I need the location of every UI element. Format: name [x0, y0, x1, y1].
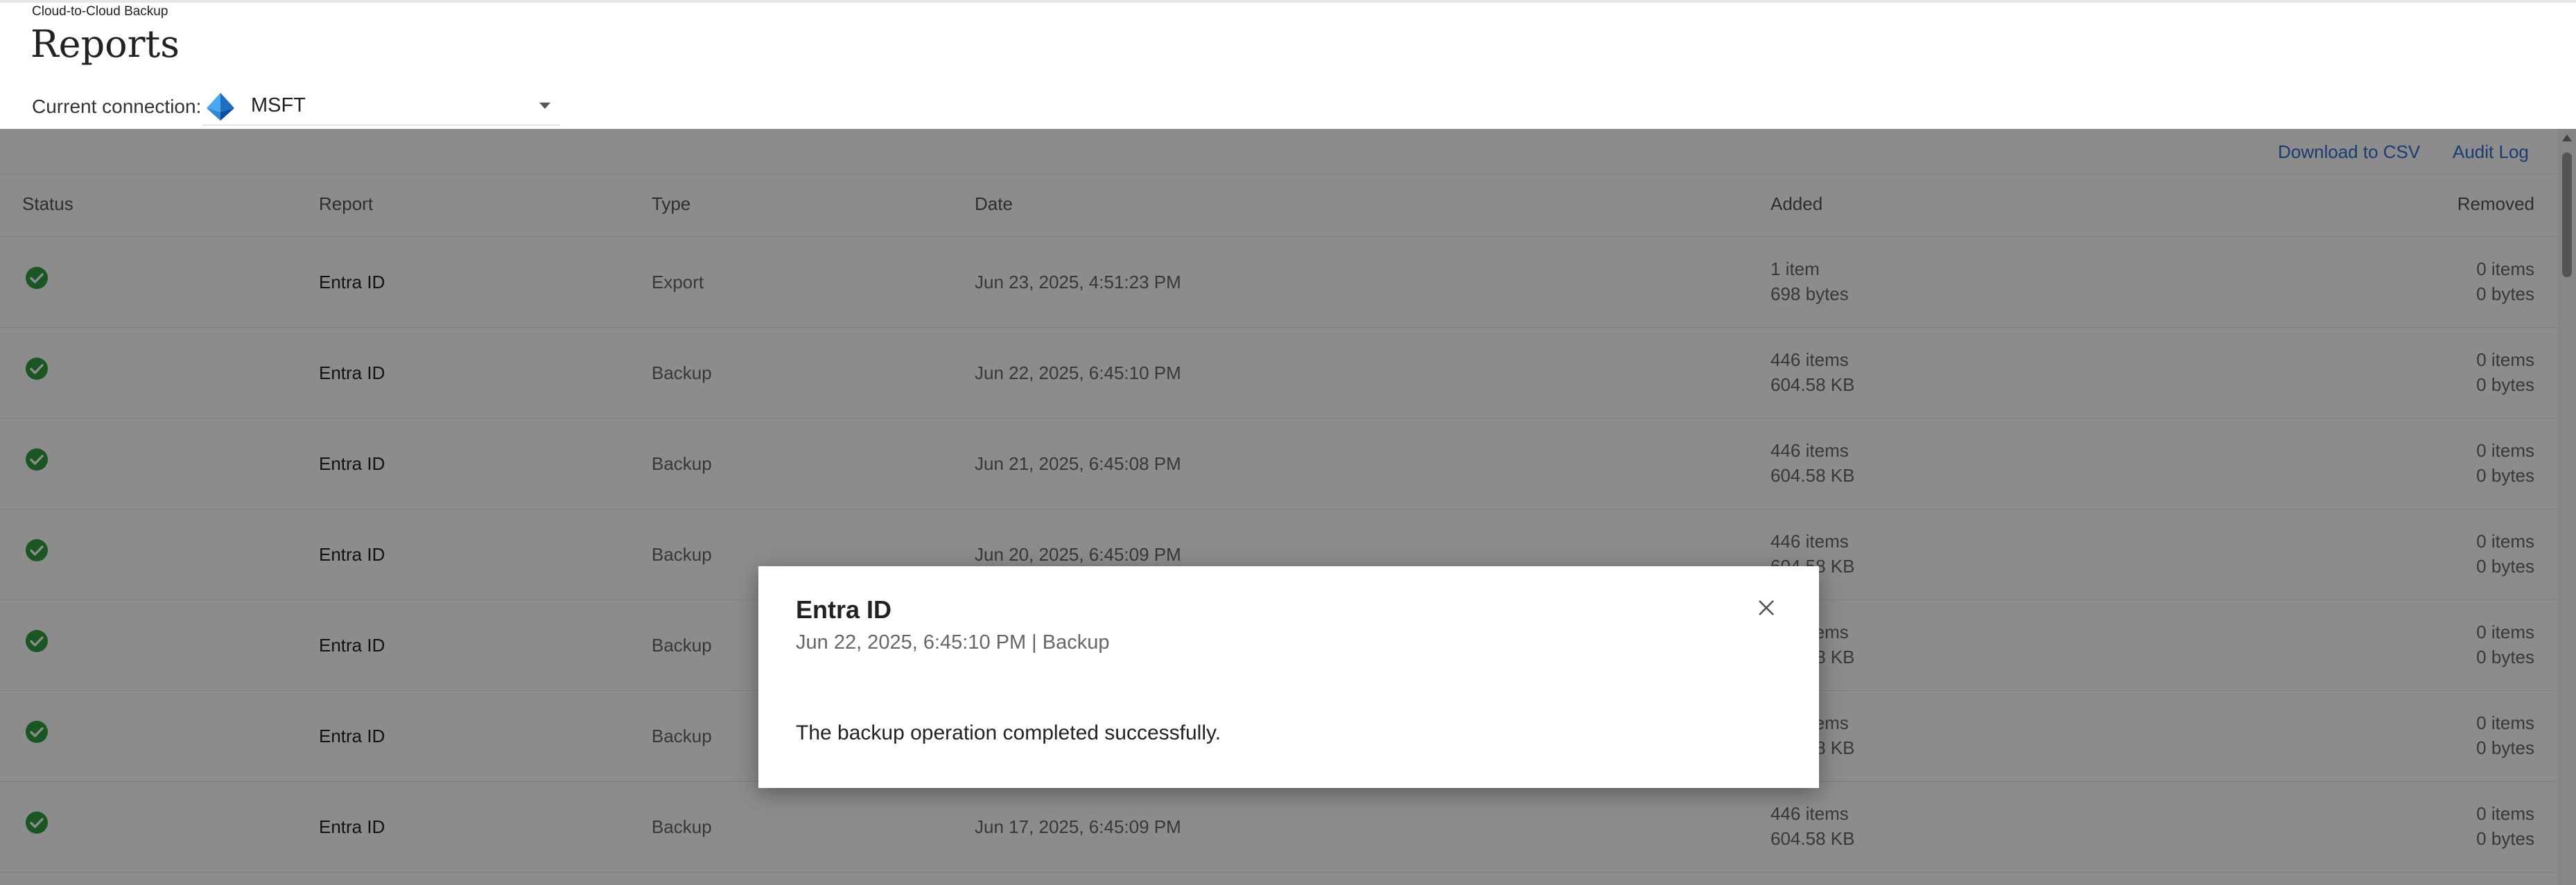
breadcrumb[interactable]: Cloud-to-Cloud Backup	[32, 4, 168, 19]
connection-value: MSFT	[251, 94, 306, 116]
connection-select[interactable]: MSFT	[202, 89, 560, 125]
report-detail-dialog: Entra ID Jun 22, 2025, 6:45:10 PM | Back…	[758, 566, 1819, 788]
connection-label: Current connection:	[32, 96, 202, 117]
close-icon[interactable]	[1752, 594, 1780, 622]
dialog-message: The backup operation completed successfu…	[796, 721, 1221, 744]
dialog-title: Entra ID	[796, 595, 892, 624]
entra-id-logo-icon	[207, 93, 234, 121]
page-title: Reports	[31, 22, 180, 66]
chevron-down-icon[interactable]	[539, 103, 550, 109]
page-header: Cloud-to-Cloud Backup Reports Current co…	[0, 3, 2576, 129]
dialog-subtitle: Jun 22, 2025, 6:45:10 PM | Backup	[796, 631, 1110, 654]
